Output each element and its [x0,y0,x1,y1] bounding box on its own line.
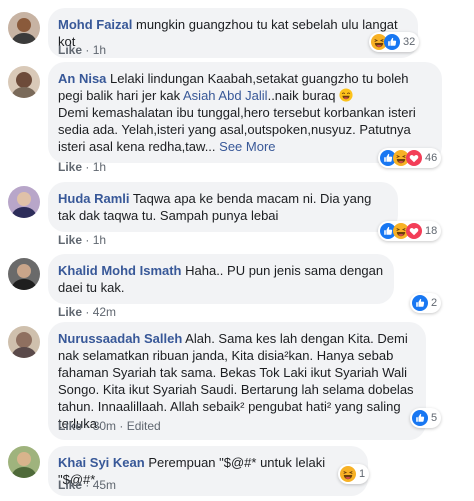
love-reaction-icon [406,150,422,166]
commenter-name[interactable]: Khalid Mohd Ismath [58,263,182,278]
reaction-count: 5 [431,412,438,424]
like-reaction-icon [412,410,428,426]
reaction-count: 18 [425,225,438,237]
comment-actions: Like · 42m [58,305,117,319]
like-button[interactable]: Like [58,160,82,174]
comment-timestamp[interactable]: 1h [93,233,106,247]
like-button[interactable]: Like [58,233,82,247]
reactions-summary[interactable]: 2 [410,293,442,313]
comment-actions: Like · 1h [58,43,107,57]
avatar[interactable] [8,12,40,44]
like-button[interactable]: Like [58,305,82,319]
like-button[interactable]: Like [58,419,82,433]
avatar[interactable] [8,326,40,358]
comment-text: Alah. Sama kes lah dengan Kita. Demi nak… [58,331,414,431]
comment-actions: Like · 45m [58,478,117,492]
comment-actions: Like · 1h [58,160,107,174]
avatar[interactable] [8,258,40,290]
reaction-count: 32 [403,36,416,48]
reactions-summary[interactable]: 1 [338,464,370,484]
reactions-summary[interactable]: 46 [378,148,442,168]
commenter-name[interactable]: Khai Syi Kean [58,455,145,470]
comment-actions: Like · 30m · Edited [58,419,161,433]
edited-label[interactable]: Edited [127,419,161,433]
reaction-count: 1 [359,468,366,480]
comment-bubble: Khalid Mohd Ismath Haha.. PU pun jenis s… [48,254,394,304]
love-reaction-icon [406,223,422,239]
comment-bubble: An Nisa Lelaki lindungan Kaabah,setakat … [48,62,442,163]
commenter-name[interactable]: An Nisa [58,71,106,86]
like-reaction-icon [384,34,400,50]
reaction-count: 46 [425,152,438,164]
avatar[interactable] [8,446,40,478]
see-more-link[interactable]: See More [219,139,275,154]
avatar[interactable] [8,186,40,218]
comment-timestamp[interactable]: 45m [93,478,116,492]
tagged-user-link[interactable]: Asiah Abd Jalil [183,88,268,103]
laughing-emoji-icon [339,88,353,102]
commenter-name[interactable]: Mohd Faizal [58,17,132,32]
like-reaction-icon [412,295,428,311]
reaction-count: 2 [431,297,438,309]
commenter-name[interactable]: Huda Ramli [58,191,130,206]
comment-actions: Like · 1h [58,233,107,247]
like-button[interactable]: Like [58,43,82,57]
comment-timestamp[interactable]: 30m [93,419,116,433]
reactions-summary[interactable]: 32 [369,32,420,52]
reactions-summary[interactable]: 5 [410,408,442,428]
comment-timestamp[interactable]: 42m [93,305,116,319]
comment-text: ..naik buraq [267,88,340,103]
comment-timestamp[interactable]: 1h [93,160,106,174]
commenter-name[interactable]: Nurussaadah Salleh [58,331,182,346]
like-button[interactable]: Like [58,478,82,492]
comment-timestamp[interactable]: 1h [93,43,106,57]
haha-reaction-icon [340,466,356,482]
reactions-summary[interactable]: 18 [378,221,442,241]
comment-bubble: Huda Ramli Taqwa apa ke benda macam ni. … [48,182,398,232]
avatar[interactable] [8,66,40,98]
